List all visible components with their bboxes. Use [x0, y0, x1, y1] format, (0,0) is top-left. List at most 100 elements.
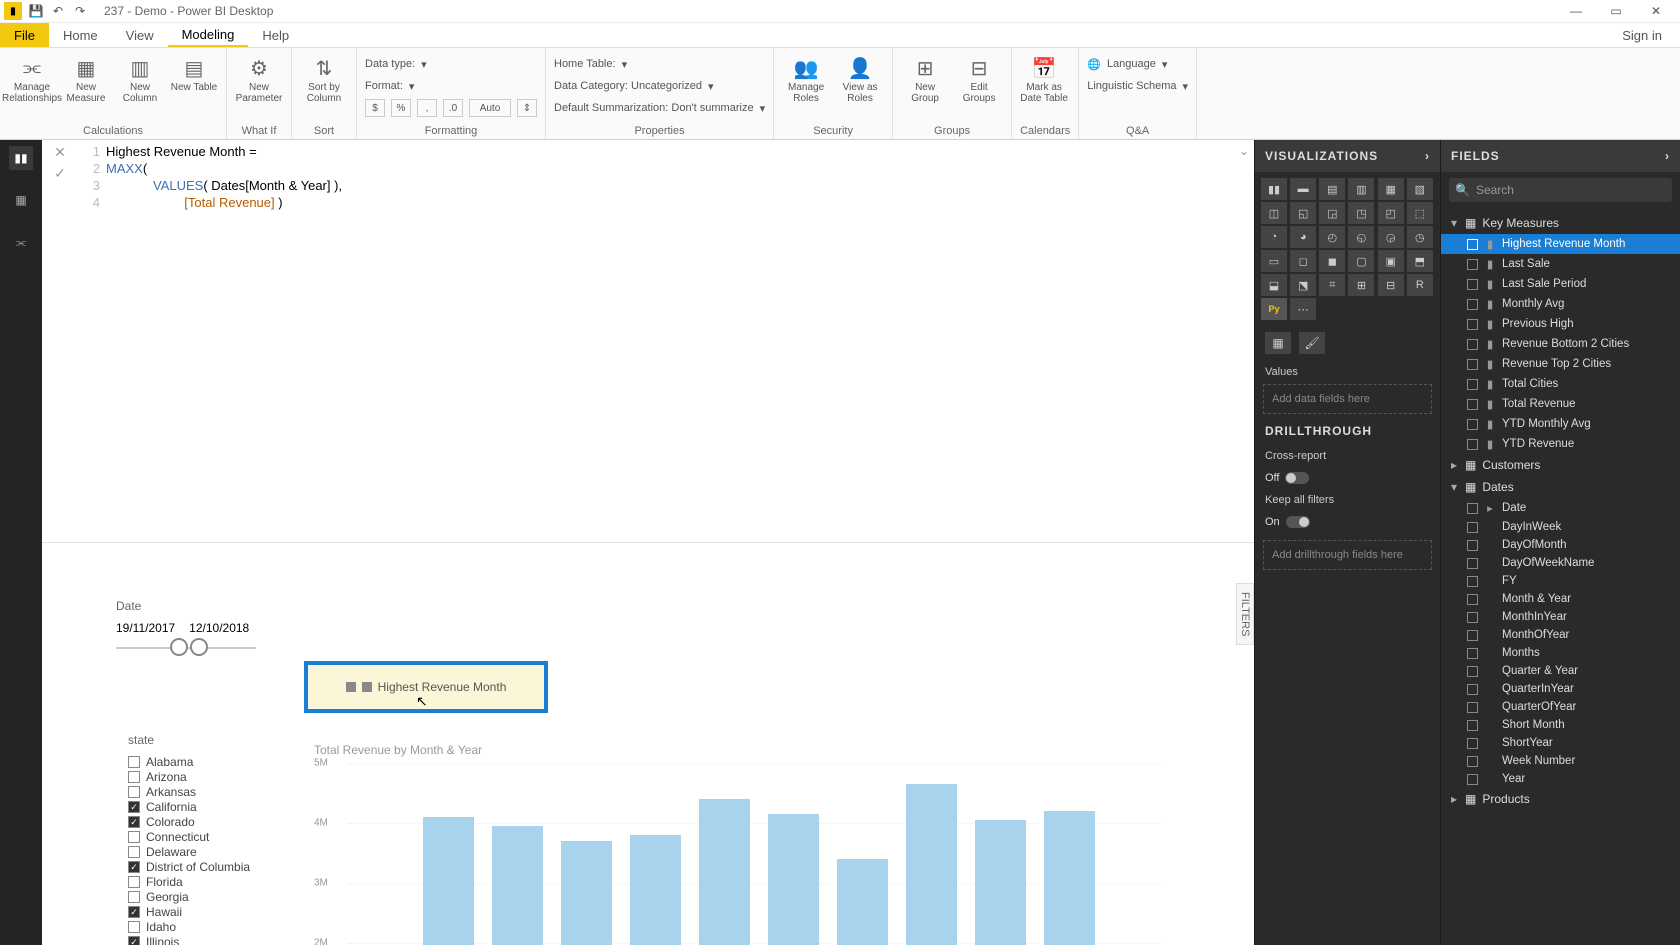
state-item[interactable]: Georgia [128, 890, 250, 904]
home-table-dropdown[interactable]: Home Table: ▾ [554, 54, 765, 74]
viz-type-button[interactable]: ⊞ [1348, 274, 1374, 296]
collapse-fields-icon[interactable]: › [1665, 149, 1670, 163]
currency-format-button[interactable]: $ [365, 99, 385, 117]
viz-type-button[interactable]: ▧ [1407, 178, 1433, 200]
field-item[interactable]: Quarter & Year [1441, 662, 1680, 680]
field-item[interactable]: ▮Total Cities [1441, 374, 1680, 394]
viz-type-button[interactable]: ◻ [1290, 250, 1316, 272]
formula-bar[interactable]: ✕ ✓ 1Highest Revenue Month = 2MAXX( 3 VA… [42, 140, 1254, 543]
field-checkbox[interactable] [1467, 666, 1478, 677]
field-item[interactable]: ShortYear [1441, 734, 1680, 752]
viz-type-button[interactable]: ◕ [1290, 226, 1316, 248]
viz-type-button[interactable]: ⋯ [1290, 298, 1316, 320]
field-checkbox[interactable] [1467, 439, 1478, 450]
new-measure-button[interactable]: ▦New Measure [62, 54, 110, 104]
keep-filters-toggle[interactable] [1286, 516, 1310, 528]
checkbox-icon[interactable] [128, 876, 140, 888]
field-checkbox[interactable] [1467, 756, 1478, 767]
tab-help[interactable]: Help [248, 23, 303, 47]
language-dropdown[interactable]: 🌐 Language ▾ [1087, 54, 1188, 74]
field-checkbox[interactable] [1467, 594, 1478, 605]
field-checkbox[interactable] [1467, 399, 1478, 410]
viz-type-button[interactable]: ◫ [1261, 202, 1287, 224]
collapse-viz-icon[interactable]: › [1425, 149, 1430, 163]
checkbox-icon[interactable] [128, 921, 140, 933]
viz-type-button[interactable]: R [1407, 274, 1433, 296]
viz-type-button[interactable]: ◴ [1319, 226, 1345, 248]
tab-view[interactable]: View [112, 23, 168, 47]
undo-icon[interactable]: ↶ [50, 3, 66, 19]
comma-format-button[interactable]: , [417, 99, 437, 117]
viz-type-button[interactable]: ▤ [1319, 178, 1345, 200]
field-item[interactable]: DayInWeek [1441, 518, 1680, 536]
minimize-button[interactable]: — [1556, 4, 1596, 18]
checkbox-icon[interactable]: ✓ [128, 861, 140, 873]
field-checkbox[interactable] [1467, 339, 1478, 350]
field-item[interactable]: DayOfWeekName [1441, 554, 1680, 572]
field-item[interactable]: ▮Total Revenue [1441, 394, 1680, 414]
view-as-roles-button[interactable]: 👤View as Roles [836, 54, 884, 104]
viz-type-button[interactable]: ⬔ [1290, 274, 1316, 296]
mark-date-table-button[interactable]: 📅Mark as Date Table [1020, 54, 1068, 104]
viz-type-button[interactable]: ▦ [1378, 178, 1404, 200]
field-checkbox[interactable] [1467, 379, 1478, 390]
field-item[interactable]: QuarterInYear [1441, 680, 1680, 698]
model-view-icon[interactable]: ⫘ [9, 230, 33, 254]
field-checkbox[interactable] [1467, 684, 1478, 695]
field-checkbox[interactable] [1467, 259, 1478, 270]
table-header[interactable]: ▾▦Dates [1441, 476, 1680, 498]
percent-format-button[interactable]: % [391, 99, 411, 117]
field-item[interactable]: MonthOfYear [1441, 626, 1680, 644]
field-checkbox[interactable] [1467, 279, 1478, 290]
state-item[interactable]: ✓Colorado [128, 815, 250, 829]
viz-type-button[interactable]: ▢ [1348, 250, 1374, 272]
field-item[interactable]: ▮Revenue Top 2 Cities [1441, 354, 1680, 374]
manage-roles-button[interactable]: 👥Manage Roles [782, 54, 830, 104]
checkbox-icon[interactable]: ✓ [128, 936, 140, 945]
field-checkbox[interactable] [1467, 299, 1478, 310]
field-item[interactable]: Short Month [1441, 716, 1680, 734]
checkbox-icon[interactable] [128, 786, 140, 798]
tab-file[interactable]: File [0, 23, 49, 47]
field-item[interactable]: ▮Highest Revenue Month [1441, 234, 1680, 254]
state-item[interactable]: Arkansas [128, 785, 250, 799]
chart-bar[interactable] [768, 814, 819, 945]
state-item[interactable]: ✓District of Columbia [128, 860, 250, 874]
field-item[interactable]: Month & Year [1441, 590, 1680, 608]
chart-bar[interactable] [837, 859, 888, 945]
values-well[interactable]: Add data fields here [1263, 384, 1432, 414]
viz-type-button[interactable]: ▭ [1261, 250, 1287, 272]
slider-handle-end[interactable] [190, 638, 208, 656]
state-item[interactable]: Delaware [128, 845, 250, 859]
filters-pane-tab[interactable]: FILTERS [1236, 583, 1254, 645]
chart-bar[interactable] [699, 799, 750, 945]
checkbox-icon[interactable] [128, 771, 140, 783]
field-checkbox[interactable] [1467, 522, 1478, 533]
format-dropdown[interactable]: Format: ▾ [365, 76, 537, 96]
field-item[interactable]: ▸Date [1441, 498, 1680, 518]
bar-chart[interactable]: Total Revenue by Month & Year 0M1M2M3M4M… [314, 743, 1164, 945]
state-item[interactable]: Florida [128, 875, 250, 889]
date-slicer[interactable]: Date 19/11/2017 12/10/2018 [116, 599, 256, 649]
field-checkbox[interactable] [1467, 702, 1478, 713]
report-view-icon[interactable]: ▮▮ [9, 146, 33, 170]
linguistic-schema-dropdown[interactable]: Linguistic Schema ▾ [1087, 76, 1188, 96]
summarization-dropdown[interactable]: Default Summarization: Don't summarize ▾ [554, 98, 765, 118]
chart-bar[interactable] [492, 826, 543, 945]
viz-type-button[interactable]: ▮▮ [1261, 178, 1287, 200]
state-item[interactable]: Alabama [128, 755, 250, 769]
slider-handle-start[interactable] [170, 638, 188, 656]
field-item[interactable]: ▮YTD Revenue [1441, 434, 1680, 454]
checkbox-icon[interactable]: ✓ [128, 801, 140, 813]
field-checkbox[interactable] [1467, 612, 1478, 623]
chart-bar[interactable] [975, 820, 1026, 945]
chart-bar[interactable] [1044, 811, 1095, 945]
cancel-formula-icon[interactable]: ✕ [54, 144, 66, 161]
viz-type-button[interactable]: ◼ [1319, 250, 1345, 272]
new-parameter-button[interactable]: ⚙New Parameter [235, 54, 283, 104]
field-checkbox[interactable] [1467, 503, 1478, 514]
checkbox-icon[interactable] [128, 831, 140, 843]
drillthrough-well[interactable]: Add drillthrough fields here [1263, 540, 1432, 570]
data-view-icon[interactable]: ▦ [9, 188, 33, 212]
state-item[interactable]: Idaho [128, 920, 250, 934]
